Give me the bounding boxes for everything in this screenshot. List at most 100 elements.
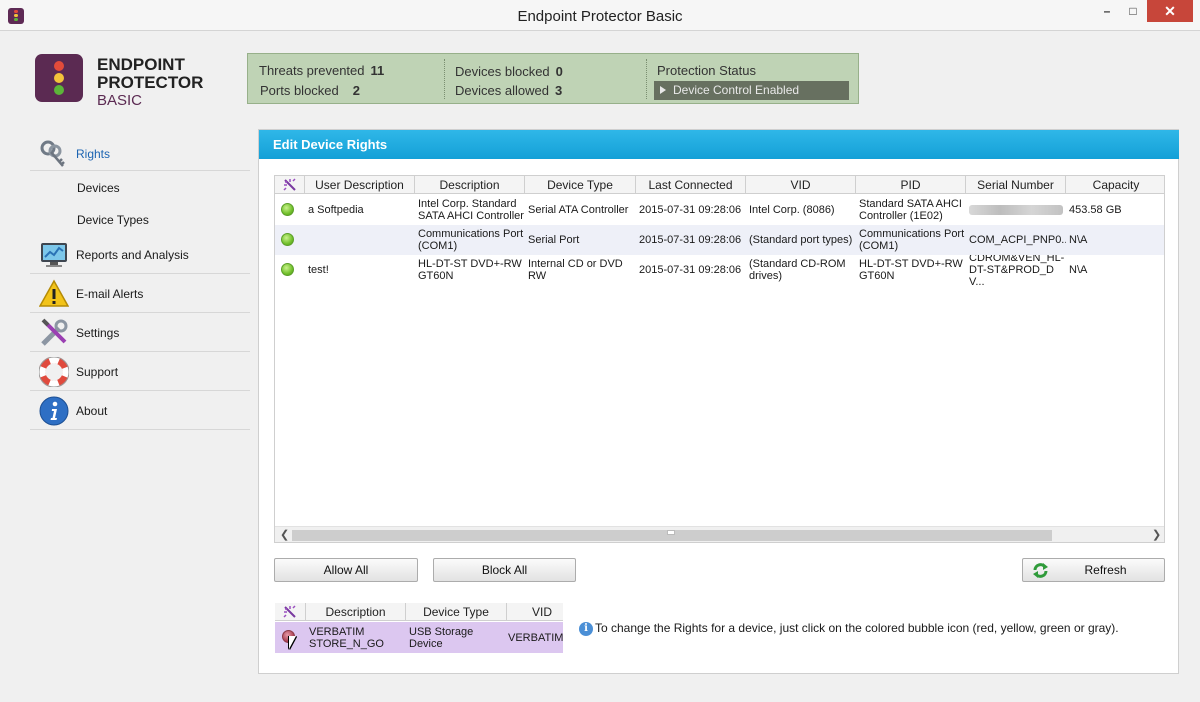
cell-pid: Communications Port (COM1)	[859, 228, 965, 252]
horizontal-scrollbar[interactable]: ❮ ❯	[275, 526, 1164, 542]
refresh-button[interactable]: Refresh	[1022, 558, 1165, 582]
table-header: User Description Description Device Type…	[275, 176, 1164, 194]
sidebar-item-label: About	[76, 404, 108, 418]
cell-user-description	[305, 225, 415, 255]
cell-vid: (Standard CD-ROM drives)	[749, 258, 846, 282]
column-serial-number[interactable]: Serial Number	[966, 176, 1066, 194]
window-title: Endpoint Protector Basic	[517, 8, 683, 25]
sidebar-item-devices[interactable]: Devices	[30, 171, 250, 203]
column-description[interactable]: Description	[415, 176, 525, 194]
sidebar-item-label: Rights	[76, 147, 111, 161]
cell-last-connected: 2015-07-31 09:28:06	[639, 264, 742, 276]
cell-serial-number: CDROM&VEN_HL-DT-ST&PROD_DV...	[969, 255, 1065, 285]
column-last-connected[interactable]: Last Connected	[636, 176, 746, 194]
refresh-label: Refresh	[1084, 563, 1127, 577]
green-bubble-icon[interactable]	[281, 203, 294, 216]
allow-all-button[interactable]: Allow All	[274, 558, 418, 582]
sidebar-item-support[interactable]: Support	[30, 352, 250, 391]
play-arrow-icon	[660, 86, 666, 94]
table-row[interactable]: a Softpedia Intel Corp. Standard SATA AH…	[275, 195, 1164, 225]
sidebar-item-reports[interactable]: Reports and Analysis	[30, 235, 250, 274]
scroll-right-icon[interactable]: ❯	[1152, 528, 1161, 541]
column-capacity[interactable]: Capacity	[1066, 176, 1164, 194]
sidebar-item-about[interactable]: About	[30, 391, 250, 430]
cell-device-type: Serial ATA Controller	[528, 204, 629, 216]
table-row[interactable]: Communications Port (COM1) Serial Port 2…	[275, 225, 1164, 255]
maximize-button[interactable]: □	[1120, 0, 1146, 22]
keys-icon	[40, 140, 65, 167]
ports-blocked: Ports blocked 2	[260, 83, 360, 98]
monitor-chart-icon	[41, 243, 67, 267]
sidebar-item-label: Devices	[77, 181, 120, 195]
cell-serial-number: COM_ACPI_PNP0...	[969, 234, 1066, 246]
protection-status-value[interactable]: Device Control Enabled	[654, 81, 849, 100]
tools-icon	[41, 318, 68, 346]
green-bubble-icon[interactable]	[281, 233, 294, 246]
rights-hint-text: To change the Rights for a device, just …	[595, 621, 1119, 635]
mini-column-vid: VID	[531, 605, 552, 619]
cell-capacity: N\A	[1069, 264, 1088, 276]
cell-capacity: 453.58 GB	[1069, 204, 1122, 216]
sidebar-item-rights[interactable]: Rights	[30, 134, 250, 171]
cell-device-type: Serial Port	[528, 234, 580, 246]
green-bubble-icon[interactable]	[281, 263, 294, 276]
product-logo: ENDPOINT PROTECTOR BASIC	[35, 54, 235, 109]
drag-preview-table: Description Device Type VID VERBATIM STO…	[275, 603, 563, 655]
column-vid[interactable]: VID	[746, 176, 856, 194]
sidebar-item-label: Support	[76, 365, 119, 379]
stats-divider	[646, 59, 647, 99]
sidebar-item-email-alerts[interactable]: E-mail Alerts	[30, 274, 250, 313]
info-icon: i	[579, 622, 593, 636]
cell-last-connected: 2015-07-31 09:28:06	[639, 204, 742, 216]
lifebuoy-icon	[39, 357, 69, 387]
logo-line-1: ENDPOINT	[97, 55, 185, 74]
warning-icon	[39, 279, 69, 307]
mini-column-description: Description	[306, 603, 406, 621]
mini-table-header: Description Device Type VID	[275, 603, 563, 621]
cell-serial-number	[966, 195, 1066, 225]
refresh-icon	[1033, 563, 1048, 578]
logo-line-2: PROTECTOR	[97, 73, 204, 92]
info-icon	[39, 396, 69, 426]
traffic-light-icon	[35, 54, 83, 102]
devices-allowed: Devices allowed 3	[455, 83, 563, 98]
threats-prevented: Threats prevented 11	[259, 63, 385, 78]
cell-pid: HL-DT-ST DVD+-RW GT60N	[859, 258, 963, 282]
scrollbar-grip	[667, 530, 675, 535]
block-all-button[interactable]: Block All	[433, 558, 576, 582]
logo-line-3: BASIC	[97, 92, 143, 109]
minimize-button[interactable]: –	[1094, 0, 1120, 22]
cell-capacity: N\A	[1069, 234, 1088, 246]
column-settings-icon[interactable]	[275, 176, 305, 194]
cell-description: Communications Port (COM1)	[418, 228, 524, 252]
protection-status-label: Protection Status	[657, 63, 756, 78]
cell-description: VERBATIM STORE_N_GO	[309, 625, 384, 650]
cell-device-type: USB Storage Device	[409, 625, 474, 650]
sidebar-item-label: Settings	[76, 326, 120, 340]
sidebar-item-settings[interactable]: Settings	[30, 313, 250, 352]
stats-divider	[444, 59, 445, 99]
column-settings-icon	[275, 603, 306, 621]
scroll-left-icon[interactable]: ❮	[280, 528, 289, 541]
cell-description: HL-DT-ST DVD+-RW GT60N	[418, 258, 522, 282]
sidebar-item-label: Reports and Analysis	[76, 248, 189, 262]
column-user-description[interactable]: User Description	[305, 176, 415, 194]
column-pid[interactable]: PID	[856, 176, 966, 194]
column-device-type[interactable]: Device Type	[525, 176, 636, 194]
sidebar-item-device-types[interactable]: Device Types	[30, 203, 250, 235]
cell-user-description: test!	[308, 264, 329, 276]
cell-description: Intel Corp. Standard SATA AHCI Controlle…	[418, 198, 524, 222]
edit-device-rights-panel: Edit Device Rights User Description Desc…	[258, 129, 1179, 674]
table-row[interactable]: test! HL-DT-ST DVD+-RW GT60N Internal CD…	[275, 255, 1164, 285]
sidebar-item-label: Device Types	[77, 213, 149, 227]
mini-column-device-type: Device Type	[406, 603, 507, 621]
cell-device-type: Internal CD or DVD RW	[528, 258, 623, 282]
devices-blocked: Devices blocked 0	[455, 64, 563, 79]
panel-title: Edit Device Rights	[259, 130, 1179, 159]
title-bar: Endpoint Protector Basic – □ ✕	[0, 0, 1200, 31]
table-row[interactable]: VERBATIM STORE_N_GO USB Storage Device V…	[275, 622, 563, 653]
close-button[interactable]: ✕	[1147, 0, 1193, 22]
cell-pid: Standard SATA AHCI Controller (1E02)	[859, 198, 962, 222]
cell-vid: (Standard port types)	[749, 234, 853, 246]
cell-vid: Intel Corp. (8086)	[749, 204, 835, 216]
